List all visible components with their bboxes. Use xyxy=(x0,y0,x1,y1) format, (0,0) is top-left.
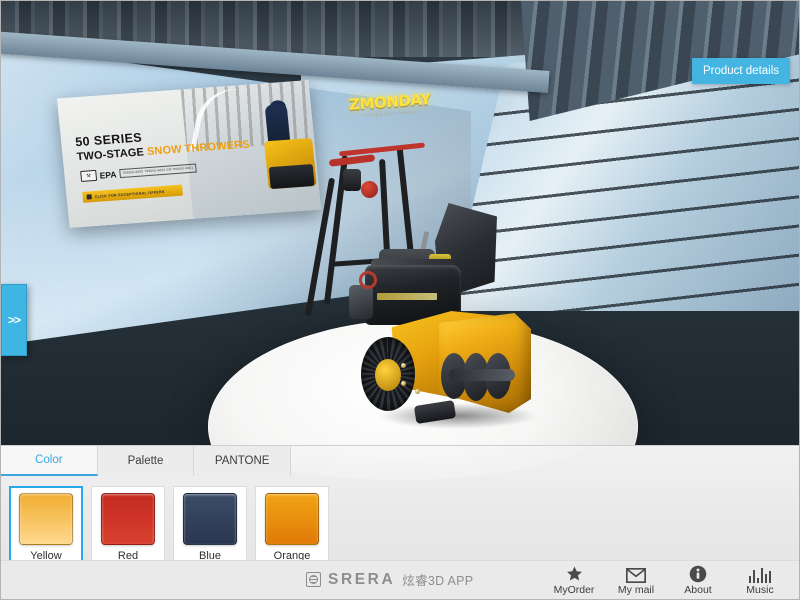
footer-action-label: Music xyxy=(746,584,774,596)
muffler xyxy=(349,285,373,319)
chute-control-knob xyxy=(361,181,378,198)
poster-cta-label: CLICK FOR EXCEPTIONAL OFFERS xyxy=(94,189,165,199)
swatch-label-blue: Blue xyxy=(198,550,222,560)
swatch-blue[interactable]: Blue xyxy=(173,486,247,560)
body-bolt xyxy=(401,363,406,368)
swatch-chip-blue xyxy=(183,493,237,545)
poster-epa-group: ⚒ EPA 769050-8000 769050-8004 SN:769050-… xyxy=(80,163,197,182)
3d-viewport[interactable]: 50 SERIES TWO-STAGE SNOW THROWERS ⚒ EPA … xyxy=(1,1,799,445)
epa-emblem-icon: ⚒ xyxy=(80,169,98,182)
sidebar-expand-toggle[interactable]: >> xyxy=(1,284,27,356)
app-window: 50 SERIES TWO-STAGE SNOW THROWERS ⚒ EPA … xyxy=(0,0,800,600)
tab-palette[interactable]: Palette xyxy=(97,446,195,476)
tab-pantone[interactable]: PANTONE xyxy=(194,446,292,476)
swatch-yellow[interactable]: Yellow xyxy=(9,486,83,560)
color-swatch-list: Yellow Red Blue Orange xyxy=(9,486,329,560)
zmonday-brand-sign: ZMONDAY POWER EQUIPMENT xyxy=(345,86,435,122)
engine-decal xyxy=(377,293,437,300)
app-brand: SRERA 炫睿3D APP xyxy=(306,570,473,589)
poster-subheading-prefix: TWO-STAGE xyxy=(76,146,148,164)
poster-epa-fine-print: 769050-8000 769050-8004 SN:769050-8001 xyxy=(119,163,197,178)
footer-action-myorder[interactable]: MyOrder xyxy=(543,564,605,596)
poster-cta-dot-icon xyxy=(86,194,92,200)
poster-machine-base xyxy=(268,163,315,190)
footer-action-label: About xyxy=(684,584,712,596)
handle-grip xyxy=(328,154,376,167)
pull-start-recoil xyxy=(359,271,377,289)
tab-color[interactable]: Color xyxy=(1,446,98,476)
swatch-label-orange: Orange xyxy=(273,550,311,560)
footer-action-label: My mail xyxy=(617,584,655,596)
app-footer: SRERA 炫睿3D APP MyOrder My mail About Mus… xyxy=(1,560,799,599)
handle-top-bar xyxy=(338,142,426,157)
poster-epa-badge: EPA xyxy=(99,168,117,181)
envelope-icon xyxy=(626,564,646,583)
star-icon xyxy=(565,564,584,583)
poster-cta-banner: CLICK FOR EXCEPTIONAL OFFERS xyxy=(82,184,184,203)
footer-action-music[interactable]: Music xyxy=(729,564,791,596)
product-details-button[interactable]: Product details xyxy=(692,58,790,84)
snow-thrower-model[interactable] xyxy=(304,141,561,429)
footer-action-list: MyOrder My mail About Music xyxy=(543,564,791,596)
brand-subtitle: 炫睿3D APP xyxy=(402,574,474,588)
configurator-panel: Color Palette PANTONE Yellow Red Blue Or… xyxy=(1,445,799,560)
swatch-label-yellow: Yellow xyxy=(30,550,62,560)
wheel-hub xyxy=(375,359,401,391)
srera-logo-icon xyxy=(306,572,321,587)
equalizer-bars xyxy=(748,568,772,583)
equalizer-icon xyxy=(748,564,772,583)
swatch-label-red: Red xyxy=(117,550,139,560)
auger-shaft xyxy=(449,369,515,381)
footer-action-label: MyOrder xyxy=(553,584,595,596)
footer-action-about[interactable]: About xyxy=(667,564,729,596)
body-bolt xyxy=(415,389,420,394)
control-dial xyxy=(343,169,361,191)
zmonday-brand-name: ZMONDAY xyxy=(348,89,432,114)
body-bolt xyxy=(401,381,406,386)
info-icon xyxy=(689,564,707,583)
swatch-red[interactable]: Red xyxy=(91,486,165,560)
configurator-tabs: Color Palette PANTONE xyxy=(1,446,292,476)
swatch-chip-red xyxy=(101,493,155,545)
swatch-chip-yellow xyxy=(19,493,73,545)
swatch-chip-orange xyxy=(265,493,319,545)
wall-poster: 50 SERIES TWO-STAGE SNOW THROWERS ⚒ EPA … xyxy=(56,80,322,228)
swatch-orange[interactable]: Orange xyxy=(255,486,329,560)
footer-action-mymail[interactable]: My mail xyxy=(605,564,667,596)
brand-name: SRERA xyxy=(328,570,396,588)
